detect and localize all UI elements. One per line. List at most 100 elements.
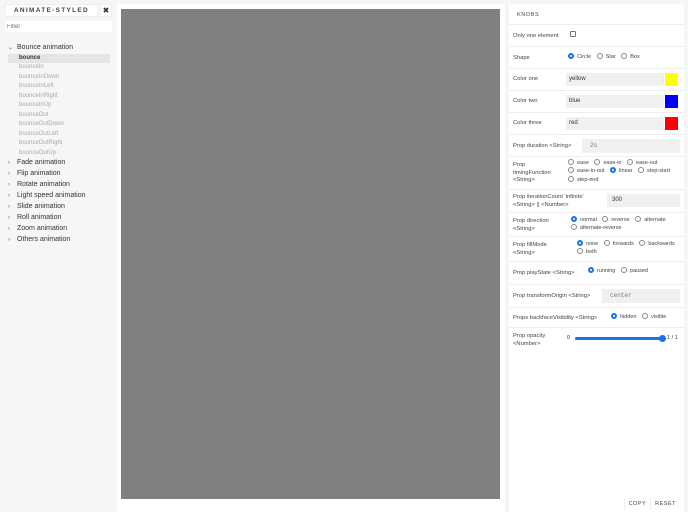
color-three-swatch[interactable] <box>665 117 678 130</box>
sidebar-story-item[interactable]: bounceOutUp <box>8 149 110 159</box>
sidebar-group[interactable]: › Others animation <box>8 235 110 246</box>
radio-icon[interactable] <box>568 167 574 174</box>
chevron-right-icon: › <box>8 225 10 232</box>
opacity-slider[interactable] <box>575 335 666 342</box>
radio-icon[interactable] <box>638 167 645 174</box>
iteration-input[interactable]: 300 <box>607 194 680 207</box>
sidebar-story-item[interactable]: bounceIn <box>8 63 110 73</box>
color-three-input[interactable]: red <box>566 117 664 130</box>
knob-shape: Shape Circle Star Box <box>509 46 684 68</box>
radio-icon[interactable] <box>568 53 574 59</box>
reset-button[interactable]: RESET <box>650 498 680 510</box>
sidebar-group[interactable]: ⌄ Bounce animation <box>8 43 110 54</box>
radio-option[interactable]: reverse <box>600 216 631 223</box>
tab-knobs[interactable]: KNOBS <box>513 8 544 25</box>
radio-icon[interactable] <box>596 53 603 59</box>
radio-option[interactable]: linear <box>608 167 634 174</box>
label: Prop transformOrigin <String> <box>513 293 591 299</box>
radio-option[interactable]: step-end <box>566 175 598 183</box>
radio-icon[interactable] <box>620 267 627 273</box>
group-label: Light speed animation <box>17 192 86 200</box>
radio-icon[interactable] <box>568 175 574 182</box>
sidebar-group[interactable]: › Zoom animation <box>8 224 110 235</box>
radio-icon[interactable] <box>602 216 609 222</box>
sidebar-story-item[interactable]: bounceOutDown <box>8 120 110 130</box>
radio-option[interactable]: both <box>575 248 597 255</box>
radio-icon[interactable] <box>635 216 642 222</box>
close-icon[interactable]: ✖ <box>100 4 112 17</box>
radio-option[interactable]: ease <box>566 159 590 166</box>
origin-input[interactable]: center <box>602 289 680 303</box>
color-two-input[interactable]: blue <box>566 95 664 108</box>
shape-radios[interactable]: Circle Star Box <box>566 53 682 61</box>
label: Prop opacity <Number> <box>513 333 546 347</box>
radio-option[interactable]: none <box>575 240 600 247</box>
color-one-input[interactable]: yellow <box>566 73 664 86</box>
sidebar-story-item[interactable]: bounce <box>8 53 110 64</box>
radio-option[interactable]: Circle <box>566 53 593 60</box>
radio-label: normal <box>580 217 597 223</box>
radio-option[interactable]: Box <box>619 53 640 60</box>
sidebar-story-item[interactable]: bounceInUp <box>8 101 110 111</box>
sidebar-story-item[interactable]: bounceInRight <box>8 92 110 102</box>
fillmode-radios[interactable]: none forwards backwards both <box>575 240 683 257</box>
radio-icon[interactable] <box>639 240 646 246</box>
opacity-slider-thumb[interactable] <box>659 335 666 342</box>
radio-icon[interactable] <box>588 267 594 273</box>
radio-icon[interactable] <box>627 159 634 165</box>
copy-button[interactable]: COPY <box>623 498 651 510</box>
sidebar-title[interactable]: ANIMATE-STYLED <box>5 4 98 17</box>
radio-option[interactable]: step-start <box>636 167 670 175</box>
radio-option[interactable]: ease-out <box>625 159 658 166</box>
sidebar-group[interactable]: › Light speed animation <box>8 191 110 202</box>
radio-icon[interactable] <box>642 313 649 319</box>
sidebar-group[interactable]: › Flip animation <box>8 169 110 180</box>
duration-input[interactable]: 2s <box>582 139 680 153</box>
radio-option[interactable]: forwards <box>602 240 636 247</box>
direction-radios[interactable]: normal reverse alternate alternate-rever… <box>569 216 685 233</box>
group-label: Flip animation <box>17 170 61 178</box>
radio-label: ease-out <box>636 160 658 166</box>
radio-option[interactable]: ease-in-out <box>566 167 606 174</box>
radio-option[interactable]: ease-in <box>592 159 623 166</box>
radio-icon[interactable] <box>577 240 583 246</box>
color-one-swatch[interactable] <box>665 73 678 86</box>
sidebar-story-item[interactable]: bounceOutRight <box>8 139 110 149</box>
radio-icon[interactable] <box>610 167 617 174</box>
radio-icon[interactable] <box>603 240 610 246</box>
sidebar-story-item[interactable]: bounceOutLeft <box>8 130 110 140</box>
filter-input[interactable] <box>5 21 112 32</box>
playstate-radios[interactable]: running paused <box>586 267 688 275</box>
radio-option[interactable]: normal <box>569 216 598 223</box>
timing-radios[interactable]: ease ease-in ease-out ease-in-out linear… <box>566 159 682 184</box>
sidebar-group[interactable]: › Roll animation <box>8 213 110 224</box>
sidebar-story-item[interactable]: bounceOut <box>8 111 110 121</box>
radio-option[interactable]: alternate <box>633 216 666 223</box>
backface-radios[interactable]: hidden visible <box>609 313 683 321</box>
radio-icon[interactable] <box>571 216 577 222</box>
sidebar-group[interactable]: › Slide animation <box>8 202 110 213</box>
radio-icon[interactable] <box>594 159 601 165</box>
radio-label: step-start <box>647 168 670 175</box>
label: Prop duration <String> <box>513 143 572 149</box>
radio-icon[interactable] <box>568 159 574 165</box>
radio-option[interactable]: Star <box>595 53 618 60</box>
radio-label: visible <box>651 314 667 320</box>
radio-option[interactable]: hidden <box>609 313 638 320</box>
radio-icon[interactable] <box>577 248 583 255</box>
sidebar-group[interactable]: › Rotate animation <box>8 180 110 191</box>
radio-option[interactable]: paused <box>619 267 648 274</box>
radio-option[interactable]: alternate-reverse <box>569 224 622 231</box>
only-one-checkbox[interactable] <box>570 31 576 37</box>
radio-option[interactable]: visible <box>640 313 667 320</box>
radio-icon[interactable] <box>571 224 577 231</box>
chevron-down-icon: ⌄ <box>8 45 14 51</box>
radio-option[interactable]: running <box>586 267 617 274</box>
radio-icon[interactable] <box>611 313 617 319</box>
radio-option[interactable]: backwards <box>637 240 675 247</box>
sidebar-group[interactable]: › Fade animation <box>8 158 110 169</box>
radio-icon[interactable] <box>621 53 628 59</box>
color-two-swatch[interactable] <box>665 95 678 108</box>
sidebar-story-item[interactable]: bounceInLeft <box>8 82 110 92</box>
sidebar-story-item[interactable]: bounceInDown <box>8 73 110 83</box>
